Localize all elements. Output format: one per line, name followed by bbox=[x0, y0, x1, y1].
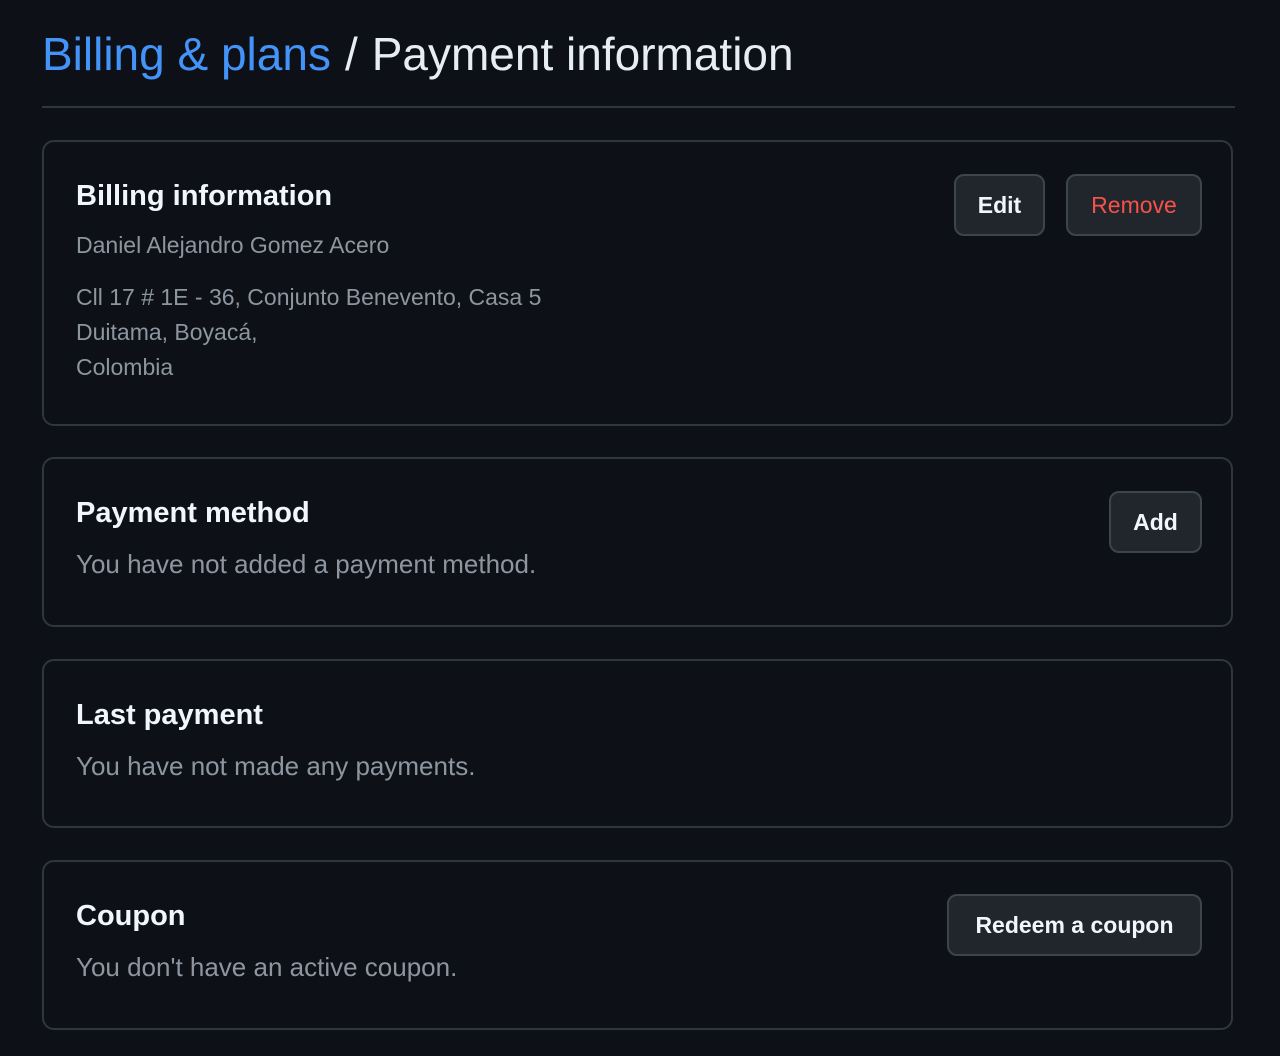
billing-address-line: Duitama, Boyacá, bbox=[76, 319, 258, 345]
last-payment-title: Last payment bbox=[76, 699, 263, 731]
redeem-coupon-button[interactable]: Redeem a coupon bbox=[947, 894, 1202, 956]
payment-information-page: Billing & plans / Payment information Bi… bbox=[0, 0, 1280, 1056]
edit-button[interactable]: Edit bbox=[954, 174, 1045, 236]
billing-name: Daniel Alejandro Gomez Acero bbox=[76, 232, 390, 258]
breadcrumb-billing-plans-link[interactable]: Billing & plans bbox=[42, 27, 331, 81]
billing-address-line: Cll 17 # 1E - 36, Conjunto Benevento, Ca… bbox=[76, 284, 542, 310]
breadcrumb-separator: / bbox=[344, 28, 358, 80]
page-title: Payment information bbox=[371, 28, 794, 80]
header-divider bbox=[42, 106, 1235, 108]
remove-button[interactable]: Remove bbox=[1066, 174, 1202, 236]
payment-method-title: Payment method bbox=[76, 497, 310, 529]
payment-method-card: Payment method You have not added a paym… bbox=[42, 457, 1233, 627]
payment-method-empty-text: You have not added a payment method. bbox=[76, 549, 537, 579]
coupon-title: Coupon bbox=[76, 900, 186, 932]
billing-information-title: Billing information bbox=[76, 180, 333, 212]
breadcrumb: Billing & plans / Payment information bbox=[42, 22, 794, 86]
coupon-card: Coupon You don't have an active coupon. … bbox=[42, 860, 1233, 1030]
add-payment-method-button[interactable]: Add bbox=[1109, 491, 1202, 553]
last-payment-card: Last payment You have not made any payme… bbox=[42, 659, 1233, 828]
billing-address-line: Colombia bbox=[76, 354, 174, 380]
last-payment-empty-text: You have not made any payments. bbox=[76, 751, 476, 781]
billing-address: Cll 17 # 1E - 36, Conjunto Benevento, Ca… bbox=[76, 280, 541, 385]
billing-information-card: Billing information Daniel Alejandro Gom… bbox=[42, 140, 1233, 426]
coupon-empty-text: You don't have an active coupon. bbox=[76, 952, 458, 982]
